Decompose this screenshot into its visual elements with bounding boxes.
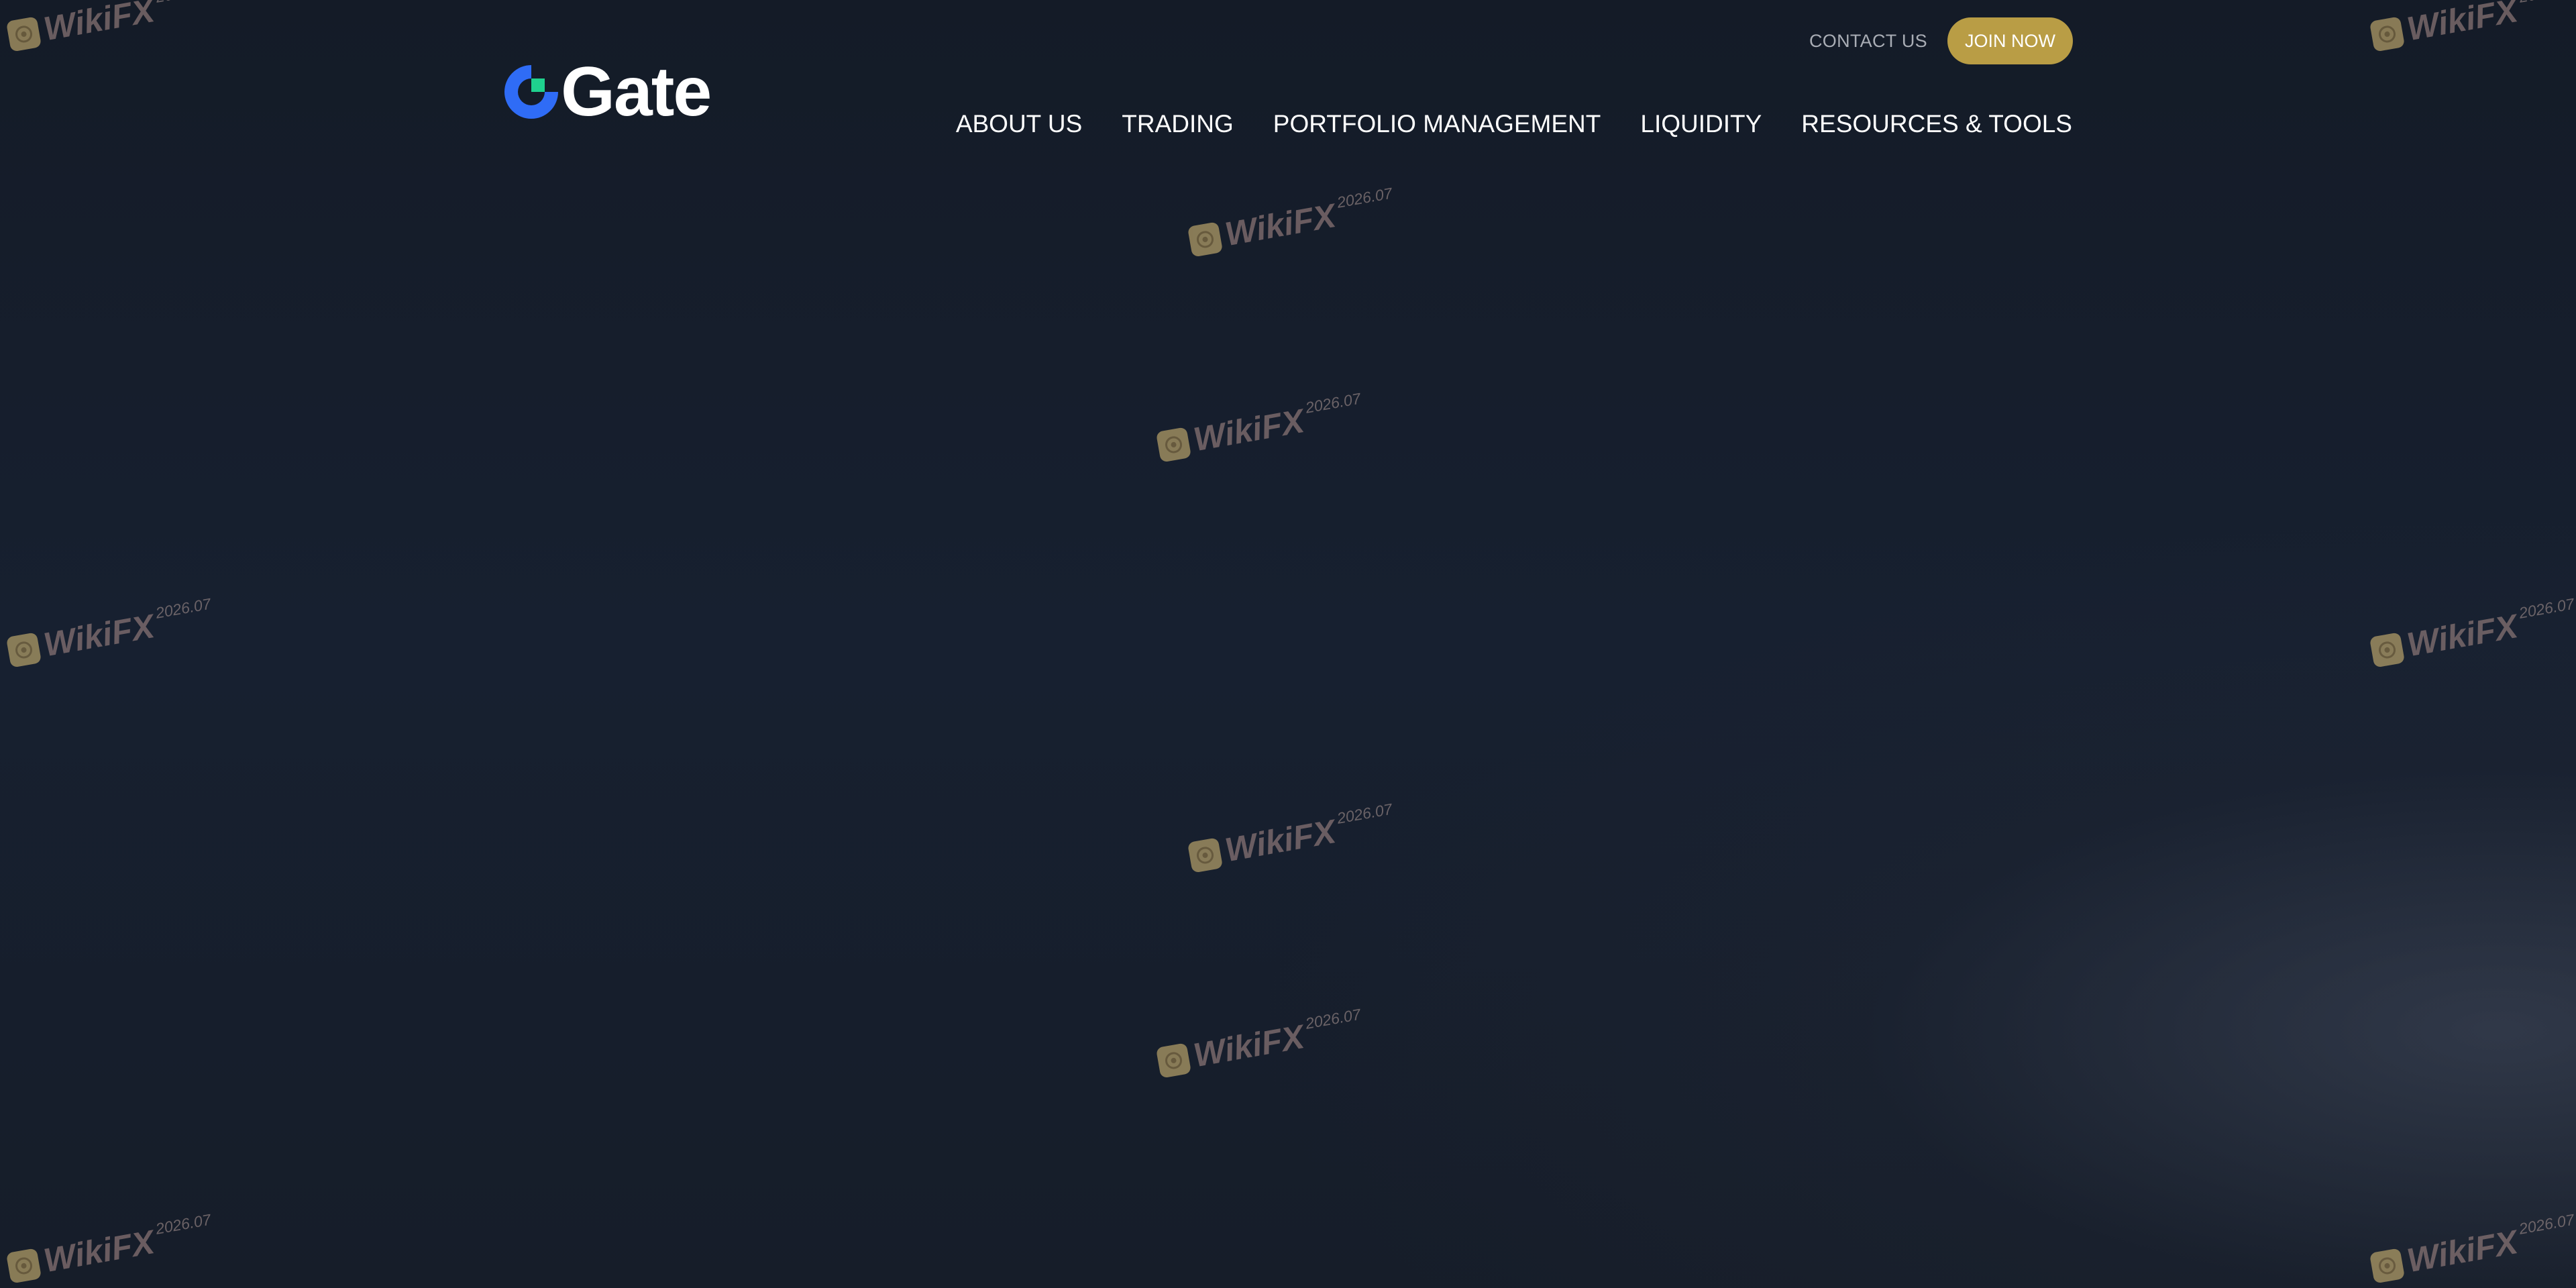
gate-logo[interactable]: Gate xyxy=(502,53,712,131)
top-utility-bar: CONTACT US JOIN NOW xyxy=(1809,17,2073,64)
brand-name: Gate xyxy=(561,53,712,131)
join-now-button[interactable]: JOIN NOW xyxy=(1947,17,2073,64)
watermark: WikiFX 2026.07 xyxy=(2368,0,2576,52)
watermark-text: WikiFX xyxy=(40,0,158,48)
watermark-date: 2026.07 xyxy=(1303,389,1362,417)
watermark-text: WikiFX xyxy=(2404,0,2521,48)
nav-item-liquidity[interactable]: LIQUIDITY xyxy=(1640,110,1762,138)
watermark-date: 2026.07 xyxy=(154,0,213,7)
watermark-text: WikiFX xyxy=(40,1223,158,1280)
wikifx-badge-icon xyxy=(1155,427,1192,463)
watermark-date: 2026.07 xyxy=(1335,184,1394,211)
page: Gate CONTACT US JOIN NOW ABOUT US TRADIN… xyxy=(0,0,2576,1288)
watermark-date: 2026.07 xyxy=(154,1210,213,1238)
wikifx-badge-icon xyxy=(2369,632,2406,668)
watermark-text: WikiFX xyxy=(1222,197,1339,254)
watermark-date: 2026.07 xyxy=(1303,1005,1362,1032)
wikifx-badge-icon xyxy=(2369,1248,2406,1284)
nav-item-about-us[interactable]: ABOUT US xyxy=(956,110,1082,138)
watermark-text: WikiFX xyxy=(2404,1223,2521,1280)
watermark-date: 2026.07 xyxy=(1335,800,1394,827)
watermark-date: 2026.07 xyxy=(2517,594,2576,622)
watermark: WikiFX 2026.07 xyxy=(1155,390,1365,463)
watermark: WikiFX 2026.07 xyxy=(1155,1006,1365,1079)
watermark: WikiFX 2026.07 xyxy=(5,595,215,668)
watermark: WikiFX 2026.07 xyxy=(2368,595,2576,668)
wikifx-badge-icon xyxy=(1155,1042,1192,1079)
wikifx-badge-icon xyxy=(1187,837,1224,873)
watermark: WikiFX 2026.07 xyxy=(5,1211,215,1284)
nav-item-resources-tools[interactable]: RESOURCES & TOOLS xyxy=(1801,110,2072,138)
contact-us-link[interactable]: CONTACT US xyxy=(1809,31,1927,52)
watermark: WikiFX 2026.07 xyxy=(5,0,215,52)
watermark-text: WikiFX xyxy=(1222,812,1339,869)
watermark-text: WikiFX xyxy=(1190,402,1307,459)
watermark-date: 2026.07 xyxy=(2518,0,2576,7)
wikifx-badge-icon xyxy=(1187,221,1224,258)
watermark: WikiFX 2026.07 xyxy=(2368,1211,2576,1284)
watermark-date: 2026.07 xyxy=(154,594,213,622)
watermark: WikiFX 2026.07 xyxy=(1186,184,1397,258)
nav-item-portfolio-management[interactable]: PORTFOLIO MANAGEMENT xyxy=(1273,110,1601,138)
wikifx-badge-icon xyxy=(5,1248,42,1284)
watermark-text: WikiFX xyxy=(2404,607,2521,664)
main-navigation: ABOUT US TRADING PORTFOLIO MANAGEMENT LI… xyxy=(956,110,2072,138)
gate-logo-icon xyxy=(504,65,558,119)
wikifx-badge-icon xyxy=(2369,16,2406,52)
nav-item-trading[interactable]: TRADING xyxy=(1122,110,1234,138)
watermark-text: WikiFX xyxy=(40,607,158,664)
watermark-date: 2026.07 xyxy=(2517,1210,2576,1238)
wikifx-badge-icon xyxy=(5,16,42,52)
wikifx-badge-icon xyxy=(5,632,42,668)
watermark-text: WikiFX xyxy=(1190,1018,1307,1075)
watermark: WikiFX 2026.07 xyxy=(1186,800,1397,873)
